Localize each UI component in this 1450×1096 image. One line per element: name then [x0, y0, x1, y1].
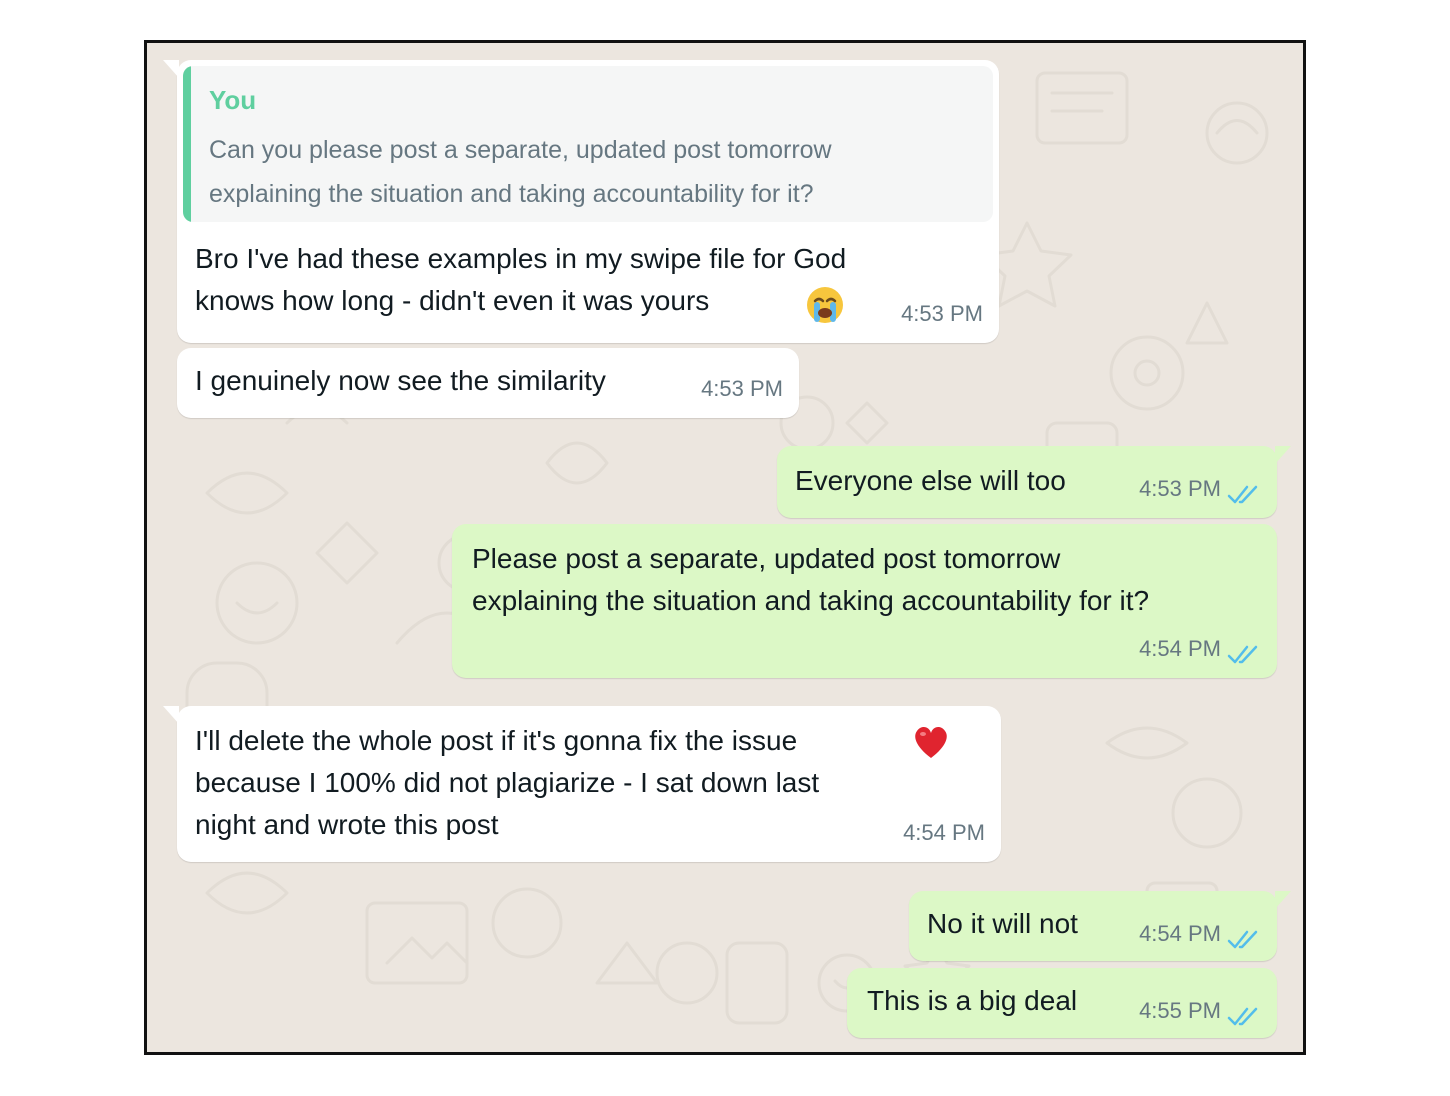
message-text: No it will not [927, 908, 1078, 939]
bubble-tail [1275, 891, 1291, 909]
message-time: 4:54 PM [1139, 921, 1221, 946]
chat-window: You Can you please post a separate, upda… [144, 40, 1306, 1055]
message-bubble[interactable]: Please post a separate, updated post tom… [452, 524, 1277, 678]
message-time: 4:53 PM [1139, 476, 1221, 501]
message-bubble[interactable]: Everyone else will too 4:53 PM [777, 446, 1291, 518]
red-heart-emoji [915, 727, 947, 758]
read-receipt-icon [1227, 930, 1258, 949]
message-time: 4:54 PM [903, 820, 985, 845]
quote-accent-bar [183, 66, 191, 222]
bubble-tail [1275, 446, 1291, 464]
message-text: This is a big deal [867, 985, 1078, 1016]
message-bubble[interactable]: This is a big deal 4:55 PM [847, 968, 1277, 1038]
message-text: I genuinely now see the similarity [195, 365, 606, 396]
read-receipt-icon [1227, 485, 1258, 504]
quote-author: You [209, 85, 257, 115]
bubble-tail [163, 60, 179, 78]
message-bubble[interactable]: I genuinely now see the similarity 4:53 … [177, 348, 799, 418]
message-bubble[interactable]: No it will not 4:54 PM [909, 891, 1291, 961]
message-bubble[interactable]: I'll delete the whole post if it's gonna… [163, 706, 1001, 862]
quoted-message[interactable]: You Can you please post a separate, upda… [183, 66, 993, 222]
message-text: Everyone else will too [795, 465, 1066, 496]
message-time: 4:53 PM [901, 301, 983, 326]
message-text: Please post a separate, updated post tom… [472, 543, 1150, 616]
loudly-crying-face-emoji [807, 287, 843, 323]
read-receipt-icon [1227, 645, 1258, 664]
bubble-tail [163, 706, 179, 724]
message-time: 4:53 PM [701, 376, 783, 401]
message-bubble[interactable]: You Can you please post a separate, upda… [163, 60, 999, 343]
quote-text: Can you please post a separate, updated … [209, 136, 832, 208]
read-receipt-icon [1227, 1007, 1258, 1026]
message-time: 4:54 PM [1139, 636, 1221, 661]
message-time: 4:55 PM [1139, 998, 1221, 1023]
message-text: I'll delete the whole post if it's gonna… [195, 725, 820, 840]
